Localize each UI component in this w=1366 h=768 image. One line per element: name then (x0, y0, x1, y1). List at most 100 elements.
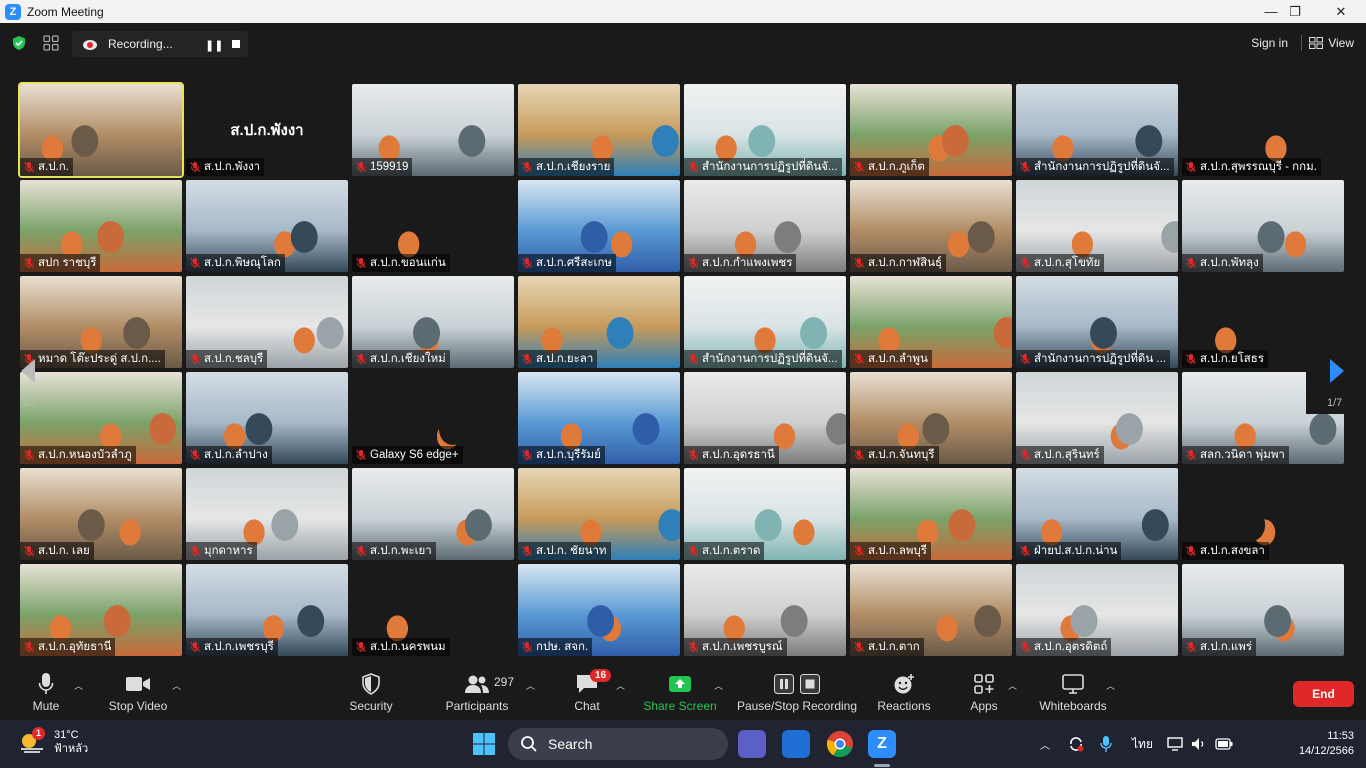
participant-video-tile[interactable]: ส.ป.ก.อุดรธานี (684, 372, 846, 464)
pause-stop-recording-button[interactable]: Pause/Stop Recording (736, 661, 858, 720)
participant-video-tile[interactable]: ส.ป.ก.กาฬสินธุ์ (850, 180, 1012, 272)
share-options-caret-icon[interactable]: ︿ (714, 679, 723, 692)
participant-video-tile[interactable]: มุกดาหาร (186, 468, 348, 560)
sign-in-link[interactable]: Sign in (1251, 36, 1288, 50)
participant-video-tile[interactable]: สำนักงานการปฏิรูปที่ดินจั... (684, 84, 846, 176)
participant-video-tile[interactable]: ส.ป.ก.ศรีสะเกษ (518, 180, 680, 272)
participant-video-tile[interactable]: ส.ป.ก.เชียงใหม่ (352, 276, 514, 368)
participant-video-tile[interactable]: ส.ป.ก.พิษณุโลก (186, 180, 348, 272)
participant-video-tile[interactable]: กปษ. สจก. (518, 564, 680, 656)
participant-video-tile[interactable]: ส.ป.ก.อุทัยธานี (20, 564, 182, 656)
security-shield-icon[interactable] (11, 35, 27, 51)
participant-video-tile[interactable]: ส.ป.ก.พะเยา (352, 468, 514, 560)
teams-meet-app-icon[interactable] (738, 730, 766, 758)
clock-date: 14/12/2566 (1298, 745, 1354, 757)
participant-video-tile[interactable]: ส.ป.ก.พัทลุง (1182, 180, 1344, 272)
participant-video-tile[interactable]: ส.ป.ก.จันทบุรี (850, 372, 1012, 464)
sync-alert-icon[interactable] (1068, 736, 1084, 752)
audio-options-caret-icon[interactable]: ︿ (74, 679, 83, 692)
participant-name-bar: ฝ่ายป.ส.ป.ก.น่าน (1016, 542, 1122, 560)
end-meeting-button[interactable]: End (1293, 681, 1354, 707)
participant-name: ส.ป.ก.อุดรธานี (702, 449, 775, 461)
participant-video-tile[interactable]: ส.ป.ก.ภูเก็ต (850, 84, 1012, 176)
participant-video-tile[interactable]: 159919 (352, 84, 514, 176)
participant-video-tile[interactable]: ส.ป.ก.ลำปาง (186, 372, 348, 464)
restore-button[interactable]: ❐ (1272, 0, 1318, 23)
whiteboards-options-caret-icon[interactable]: ︿ (1106, 679, 1115, 692)
windows-start-icon[interactable] (472, 732, 496, 756)
participant-video-tile[interactable]: ส.ป.ก. เลย (20, 468, 182, 560)
chat-options-caret-icon[interactable]: ︿ (616, 679, 625, 692)
participant-video-tile[interactable]: ส.ป.ก. (18, 82, 184, 178)
participant-video-tile[interactable]: ส.ป.ก.ตาก (850, 564, 1012, 656)
participant-video-tile[interactable]: ส.ป.ก.พังงา ส.ป.ก.พังงา (186, 84, 348, 176)
battery-icon[interactable] (1215, 738, 1233, 750)
share-screen-button[interactable]: Share Screen (643, 661, 717, 720)
participant-video-tile[interactable]: ส.ป.ก.แพร่ (1182, 564, 1344, 656)
participant-video-tile[interactable]: ส.ป.ก.เชียงราย (518, 84, 680, 176)
participant-video-tile[interactable]: สำนักงานการปฏิรูปที่ดินจั... (1016, 84, 1178, 176)
participant-video-tile[interactable]: ส.ป.ก.นครพนม (352, 564, 514, 656)
muted-microphone-icon (190, 354, 200, 365)
participant-video-tile[interactable]: สำนักงานการปฏิรูปที่ดิน ... (1016, 276, 1178, 368)
participant-video-tile[interactable]: ส.ป.ก.สุโขทัย (1016, 180, 1178, 272)
participant-video-tile[interactable]: ส.ป.ก.สุรินทร์ (1016, 372, 1178, 464)
participant-video-tile[interactable]: ส.ป.ก.เพชรบุรี (186, 564, 348, 656)
participant-video-tile[interactable]: ส.ป.ก.กำแพงเพชร (684, 180, 846, 272)
stop-video-button[interactable]: Stop Video (106, 661, 170, 720)
muted-microphone-icon (190, 642, 200, 653)
participant-video-tile[interactable]: ส.ป.ก.บุรีรัมย์ (518, 372, 680, 464)
participant-name-bar: ส.ป.ก.เพชรบุรี (186, 638, 278, 656)
webex-app-icon[interactable] (782, 730, 810, 758)
participant-video-tile[interactable]: ส.ป.ก.ตราด (684, 468, 846, 560)
participant-video-tile[interactable]: ฝ่ายป.ส.ป.ก.น่าน (1016, 468, 1178, 560)
weather-widget[interactable]: 1 31°C ฟ้าหลัว (18, 727, 88, 756)
title-bar: Z Zoom Meeting — ❐ ✕ (0, 0, 1366, 23)
security-button[interactable]: Security (346, 661, 396, 720)
muted-microphone-icon (1186, 546, 1196, 557)
apps-button[interactable]: Apps (966, 661, 1002, 720)
apps-options-caret-icon[interactable]: ︿ (1008, 679, 1017, 692)
taskbar-search-box[interactable]: Search (508, 728, 728, 760)
participant-video-tile[interactable]: ส.ป.ก.ชลบุรี (186, 276, 348, 368)
participant-video-tile[interactable]: ส.ป.ก.ลพบุรี (850, 468, 1012, 560)
muted-microphone-icon (854, 354, 864, 365)
view-button[interactable]: View (1309, 36, 1354, 50)
zoom-app-icon[interactable]: Z (868, 730, 896, 758)
close-button[interactable]: ✕ (1318, 0, 1364, 23)
participant-video-tile[interactable]: หมาด โต๊ะประดู่ ส.ป.ก.... (20, 276, 182, 368)
participant-video-tile[interactable]: ส.ป.ก.อุตรดิตถ์ (1016, 564, 1178, 656)
muted-microphone-icon (1020, 450, 1030, 461)
participant-video-tile[interactable]: ส.ป.ก.ลำพูน (850, 276, 1012, 368)
mute-button[interactable]: Mute (28, 661, 64, 720)
participant-video-tile[interactable]: ส.ป.ก.สุพรรณบุรี - กกม. (1182, 84, 1344, 176)
network-monitor-icon[interactable] (1167, 737, 1183, 751)
pause-recording-icon[interactable]: ❚❚ (205, 39, 223, 52)
participant-video-tile[interactable]: ส.ป.ก.เพชรบูรณ์ (684, 564, 846, 656)
participant-video-tile[interactable]: ส.ป.ก.ยะลา (518, 276, 680, 368)
tray-microphone-icon[interactable] (1100, 735, 1112, 753)
previous-page-arrow-icon[interactable] (16, 356, 40, 386)
participant-video-tile[interactable]: Galaxy S6 edge+ (352, 372, 514, 464)
participant-video-tile[interactable]: สำนักงานการปฏิรูปที่ดินจั... (684, 276, 846, 368)
system-clock[interactable]: 11:53 14/12/2566 (1299, 729, 1354, 759)
participant-video-tile[interactable]: สปก ราชบุรี (20, 180, 182, 272)
participant-video-tile[interactable]: ส.ป.ก. ชัยนาท (518, 468, 680, 560)
reactions-button[interactable]: Reactions (876, 661, 932, 720)
whiteboards-button[interactable]: Whiteboards (1036, 661, 1110, 720)
input-language[interactable]: ไทย (1132, 735, 1153, 754)
participant-video-tile[interactable]: ส.ป.ก.หนองบัวลำภู (20, 372, 182, 464)
volume-speaker-icon[interactable] (1191, 737, 1207, 751)
stop-recording-icon[interactable] (232, 40, 240, 48)
participant-video-tile[interactable]: ส.ป.ก.สงขลา (1182, 468, 1344, 560)
next-page-arrow-icon[interactable] (1325, 356, 1349, 386)
participant-name: ส.ป.ก.พัทลุง (1200, 257, 1259, 269)
participants-options-caret-icon[interactable]: ︿ (526, 679, 535, 692)
chrome-browser-icon[interactable] (826, 730, 854, 758)
show-hidden-icons-chevron-icon[interactable]: ︿ (1040, 737, 1050, 752)
participant-video-tile[interactable]: ส.ป.ก.ขอนแก่น (352, 180, 514, 272)
participant-name: ส.ป.ก.เพชรบูรณ์ (702, 641, 783, 653)
video-options-caret-icon[interactable]: ︿ (172, 679, 181, 692)
meeting-info-grid-icon[interactable] (43, 35, 59, 51)
participants-button[interactable]: Participants (444, 661, 510, 720)
